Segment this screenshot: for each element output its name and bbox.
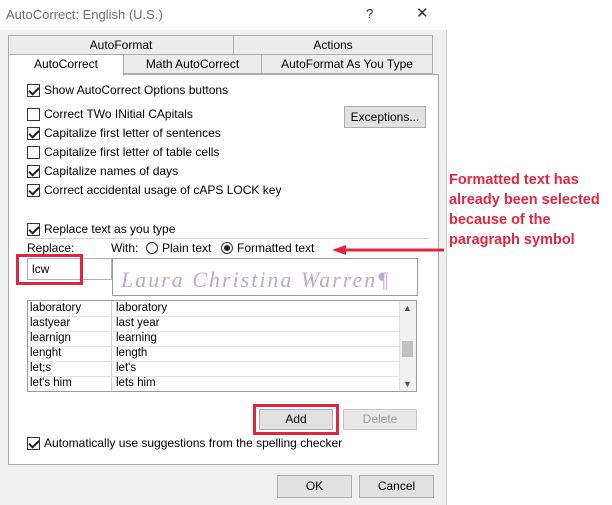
checkbox-box[interactable]: [27, 222, 40, 236]
formatted-text-radio[interactable]: Formatted text: [221, 241, 314, 255]
checkbox-box[interactable]: [27, 145, 40, 159]
entry-with: lets him: [116, 377, 156, 389]
list-item[interactable]: laboratory laboratory: [28, 301, 401, 317]
list-item[interactable]: learnign learning: [28, 331, 401, 347]
entry-replace: learnign: [30, 332, 71, 344]
checkbox-label: Correct TWo INitial CApitals: [44, 107, 193, 121]
entry-replace: let's him: [30, 377, 72, 389]
tab-label: Actions: [313, 38, 353, 52]
radio-label: Formatted text: [237, 241, 315, 255]
tab-autocorrect[interactable]: AutoCorrect: [8, 54, 124, 76]
entry-with: last year: [116, 317, 160, 329]
annotation-text: Formatted text has already been selected…: [449, 172, 600, 248]
tab-label: AutoFormat: [89, 38, 153, 52]
checkbox-label: Capitalize names of days: [44, 164, 179, 178]
show-options-buttons-checkbox[interactable]: Show AutoCorrect Options buttons: [27, 82, 228, 98]
checkbox-box[interactable]: [27, 183, 40, 197]
entry-replace: laboratory: [30, 302, 82, 314]
entry-replace: lastyear: [30, 317, 71, 329]
annotation-arrow-icon: [332, 245, 444, 255]
checkbox-box[interactable]: [27, 126, 40, 140]
list-item[interactable]: lenght length: [28, 346, 401, 362]
help-button[interactable]: ?: [366, 6, 373, 21]
radio-circle[interactable]: [221, 242, 233, 254]
replace-label: Replace:: [27, 241, 75, 255]
entry-with: laboratory: [116, 302, 168, 314]
chevron-up-icon[interactable]: ▲: [403, 303, 412, 313]
checkbox-label: Correct accidental usage of cAPS LOCK ke…: [44, 183, 282, 197]
cancel-button[interactable]: Cancel: [359, 475, 434, 498]
autocorrect-entries-list[interactable]: laboratory laboratory lastyear last year l…: [27, 300, 417, 392]
entry-with: learning: [116, 332, 157, 344]
scrollbar-thumb[interactable]: [402, 341, 413, 357]
tab-actions[interactable]: Actions: [233, 35, 433, 55]
list-scrollbar[interactable]: ▲ ▼: [399, 301, 416, 391]
caps-lock-checkbox[interactable]: Correct accidental usage of cAPS LOCK ke…: [27, 182, 281, 198]
capitalize-table-cells-checkbox[interactable]: Capitalize first letter of table cells: [27, 144, 219, 160]
checkbox-label: Replace text as you type: [44, 222, 176, 236]
add-highlight-box: [253, 404, 339, 435]
title-bar: AutoCorrect: English (U.S.) ? ✕: [0, 0, 447, 30]
checkbox-box[interactable]: [27, 164, 40, 178]
checkbox-box[interactable]: [27, 83, 40, 97]
radio-label: Plain text: [162, 241, 212, 255]
spelling-suggestions-checkbox[interactable]: Automatically use suggestions from the s…: [27, 435, 342, 451]
replace-highlight-box: [16, 254, 83, 285]
entry-with: length: [116, 347, 148, 359]
checkbox-label: Show AutoCorrect Options buttons: [44, 83, 229, 97]
tab-label: AutoCorrect: [33, 57, 99, 71]
tab-autoformat[interactable]: AutoFormat: [8, 35, 234, 55]
radio-circle[interactable]: [146, 242, 158, 254]
close-icon[interactable]: ✕: [416, 4, 429, 22]
chevron-down-icon[interactable]: ▼: [403, 379, 412, 389]
list-item[interactable]: let;s let's: [28, 361, 401, 377]
entry-replace: let;s: [30, 362, 52, 374]
tab-label: AutoFormat As You Type: [281, 57, 413, 71]
entry-replace: lenght: [30, 347, 62, 359]
exceptions-button[interactable]: Exceptions...: [344, 106, 426, 128]
tab-label: Math AutoCorrect: [145, 57, 240, 71]
plain-text-radio[interactable]: Plain text: [146, 241, 211, 255]
capitalize-sentences-checkbox[interactable]: Capitalize first letter of sentences: [27, 125, 221, 141]
formatted-with-text: Laura Christina Warren¶: [121, 267, 391, 292]
checkbox-box[interactable]: [27, 107, 40, 121]
checkbox-label: Capitalize first letter of sentences: [44, 126, 221, 140]
capitalize-days-checkbox[interactable]: Capitalize names of days: [27, 163, 178, 179]
checkbox-box[interactable]: [27, 436, 40, 450]
list-item[interactable]: lastyear last year: [28, 316, 401, 332]
list-item[interactable]: let's him lets him: [28, 376, 401, 391]
replace-as-you-type-checkbox[interactable]: Replace text as you type: [27, 221, 179, 237]
tab-autoformat-as-you-type[interactable]: AutoFormat As You Type: [261, 54, 433, 74]
checkbox-label: Capitalize first letter of table cells: [44, 145, 220, 159]
window-title: AutoCorrect: English (U.S.): [6, 7, 163, 22]
correct-two-initials-checkbox[interactable]: Correct TWo INitial CApitals: [27, 106, 193, 122]
tab-math-autocorrect[interactable]: Math AutoCorrect: [123, 54, 262, 74]
delete-button[interactable]: Delete: [343, 409, 417, 430]
divider: [26, 238, 429, 239]
with-input[interactable]: Laura Christina Warren¶: [112, 258, 418, 296]
with-label: With:: [111, 241, 139, 255]
ok-button[interactable]: OK: [277, 475, 352, 498]
entry-with: let's: [116, 362, 137, 374]
checkbox-label: Automatically use suggestions from the s…: [44, 436, 343, 450]
